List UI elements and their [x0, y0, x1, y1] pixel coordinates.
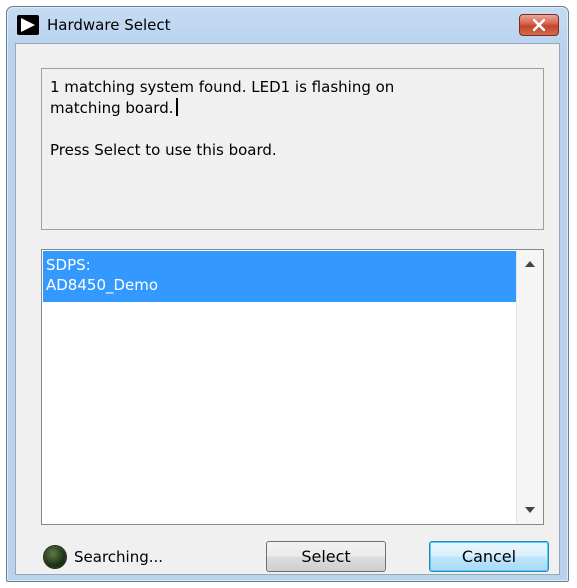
dialog-body: 1 matching system found. LED1 is flashin… [15, 43, 560, 575]
device-listbox[interactable]: SDPS: AD8450_Demo [41, 249, 544, 525]
title-bar[interactable]: Hardware Select [7, 7, 568, 43]
status-led-indicator [44, 546, 66, 568]
list-item[interactable]: SDPS: AD8450_Demo [43, 251, 516, 302]
chevron-up-icon[interactable] [525, 260, 535, 268]
hardware-select-window: Hardware Select 1 matching system found.… [6, 6, 569, 582]
list-item-line-1: SDPS: [46, 256, 91, 274]
list-scrollbar[interactable] [516, 250, 543, 524]
play-arrow-icon [17, 15, 39, 35]
cancel-button[interactable]: Cancel [429, 541, 549, 572]
select-button[interactable]: Select [266, 541, 386, 572]
message-box: 1 matching system found. LED1 is flashin… [41, 68, 544, 230]
window-title: Hardware Select [47, 16, 171, 34]
message-line-1: 1 matching system found. LED1 is flashin… [50, 78, 395, 96]
list-item-line-2: AD8450_Demo [46, 276, 159, 294]
message-line-2-row: matching board. [50, 98, 535, 119]
message-line-3: Press Select to use this board. [50, 141, 277, 159]
status-text: Searching... [74, 548, 164, 566]
close-icon [533, 19, 545, 31]
chevron-down-icon[interactable] [525, 506, 535, 514]
message-line-2: matching board. [50, 99, 174, 117]
close-button[interactable] [519, 14, 559, 36]
text-caret [175, 98, 178, 116]
